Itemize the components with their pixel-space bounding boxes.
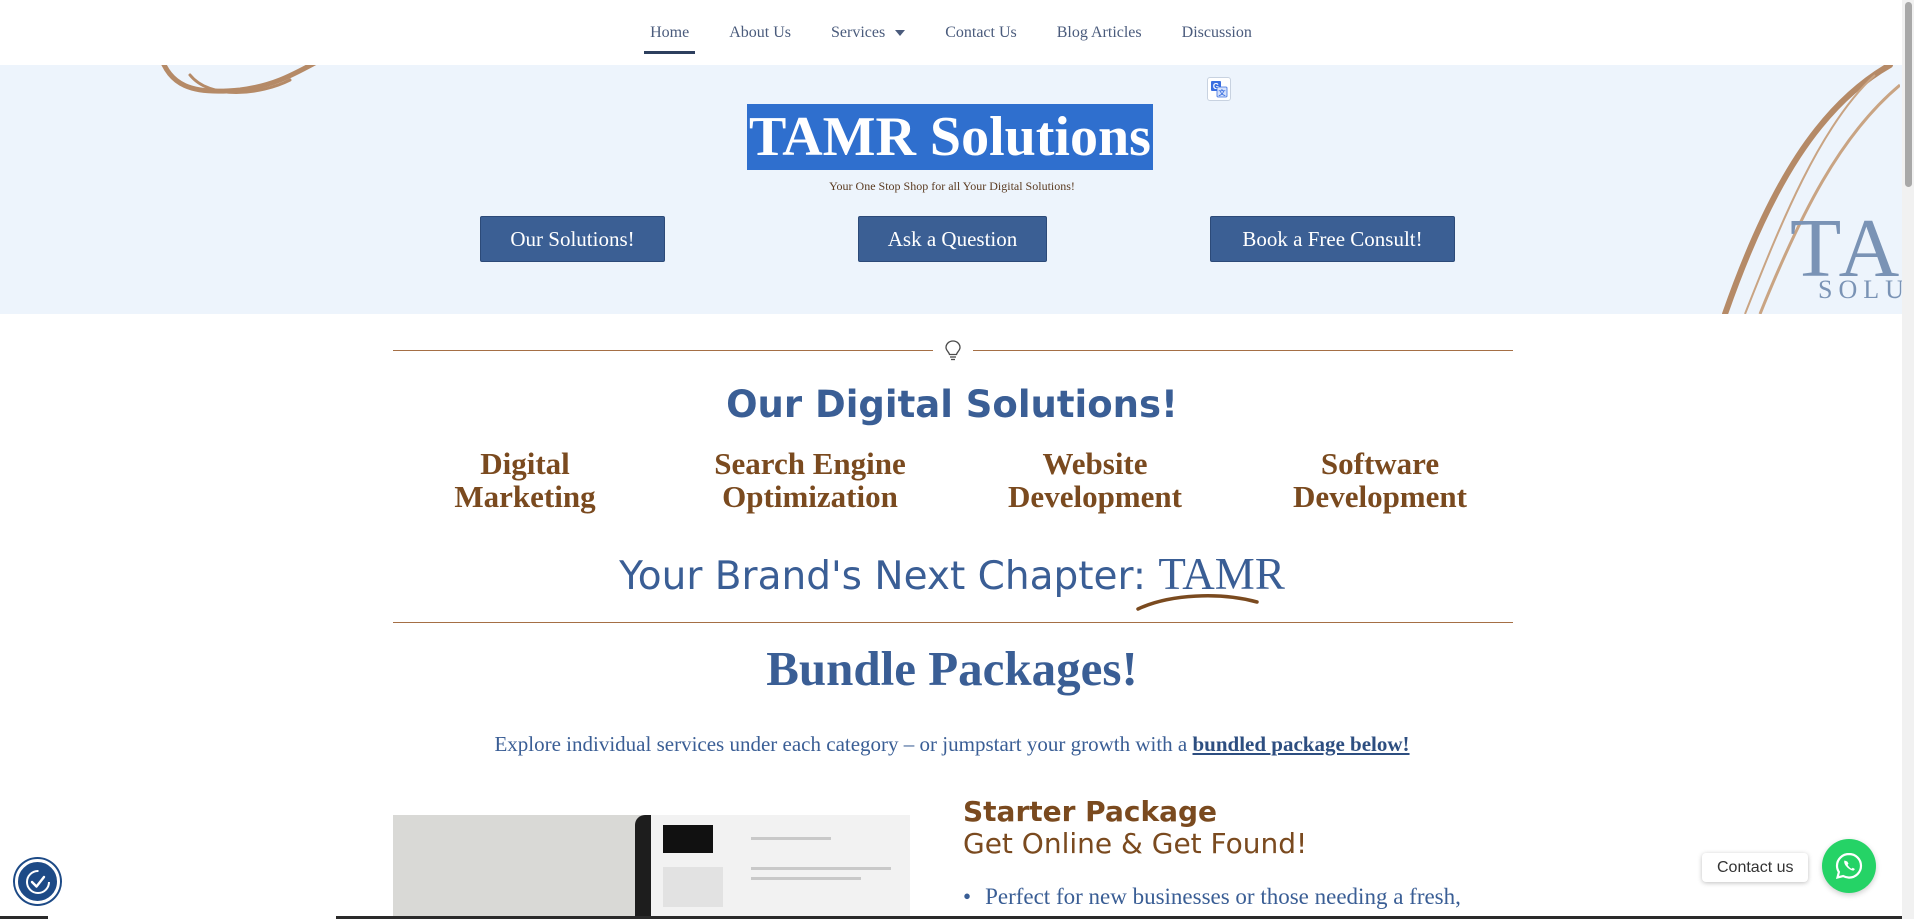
translate-icon[interactable]: G 文 <box>1207 77 1231 101</box>
underline-swoosh-decoration <box>1136 594 1259 611</box>
contact-us-label[interactable]: Contact us <box>1702 853 1809 882</box>
main-nav: Home About Us Services Contact Us Blog A… <box>0 0 1902 65</box>
our-solutions-button[interactable]: Our Solutions! <box>480 216 665 262</box>
bundle-intro-text: Explore individual services under each c… <box>494 732 1193 756</box>
solution-digital-marketing[interactable]: Digital Marketing <box>395 447 655 513</box>
hero-title: TAMR Solutions <box>747 104 1153 170</box>
nav-contact-us[interactable]: Contact Us <box>925 0 1037 65</box>
hero-subtitle: Your One Stop Shop for all Your Digital … <box>829 179 1075 193</box>
divider-line-right <box>973 350 1513 351</box>
nav-services[interactable]: Services <box>811 0 925 65</box>
solution-website-development[interactable]: Website Development <box>965 447 1225 513</box>
ask-question-button[interactable]: Ask a Question <box>858 216 1047 262</box>
brand-tagline-prefix: Your Brand's Next Chapter: <box>619 554 1159 599</box>
bundle-heading: Bundle Packages! <box>766 641 1138 696</box>
book-consult-button[interactable]: Book a Free Consult! <box>1210 216 1455 262</box>
accessibility-button[interactable] <box>15 859 60 904</box>
starter-package-image <box>393 815 910 919</box>
bundle-intro: Explore individual services under each c… <box>0 732 1904 757</box>
nav-services-label: Services <box>831 23 886 41</box>
solution-label-line2: Development <box>1293 479 1467 514</box>
bundled-package-link[interactable]: bundled package below! <box>1193 732 1410 756</box>
package-tagline: Get Online & Get Found! <box>963 827 1308 860</box>
solution-seo[interactable]: Search Engine Optimization <box>680 447 940 513</box>
hero-section: TA SOLU G 文 TAMR Solutions Your One Stop… <box>0 65 1902 314</box>
section-divider <box>393 339 1513 361</box>
package-bullet: Perfect for new businesses or those need… <box>963 884 1461 910</box>
solution-label-line1: Website <box>1042 446 1148 481</box>
nav-home[interactable]: Home <box>630 0 709 65</box>
section-divider-line <box>393 622 1513 623</box>
whatsapp-icon <box>1835 852 1863 880</box>
brand-tagline: Your Brand's Next Chapter: TAMR <box>0 548 1904 600</box>
solution-software-development[interactable]: Software Development <box>1250 447 1510 513</box>
logo-watermark-subtext: SOLU <box>1818 275 1902 304</box>
accessibility-icon <box>25 869 50 894</box>
solution-label-line2: Optimization <box>722 479 898 514</box>
divider-line-left <box>393 350 933 351</box>
solution-label-line1: Digital <box>480 446 570 481</box>
svg-text:文: 文 <box>1219 88 1227 97</box>
scrollbar-thumb[interactable] <box>1905 2 1912 187</box>
package-name: Starter Package <box>963 795 1217 828</box>
chevron-down-icon <box>895 29 906 36</box>
nav-blog-articles[interactable]: Blog Articles <box>1037 0 1162 65</box>
solution-label-line2: Development <box>1008 479 1182 514</box>
solution-label-line1: Search Engine <box>714 446 906 481</box>
whatsapp-button[interactable] <box>1822 839 1876 893</box>
page-scrollbar[interactable] <box>1902 0 1914 919</box>
solutions-heading: Our Digital Solutions! <box>726 383 1178 426</box>
laptop-image-screen <box>651 815 910 919</box>
brush-stroke-decoration <box>161 65 317 94</box>
solution-label-line2: Marketing <box>454 479 596 514</box>
nav-discussion[interactable]: Discussion <box>1162 0 1272 65</box>
nav-about-us[interactable]: About Us <box>709 0 811 65</box>
solution-label-line1: Software <box>1320 446 1440 481</box>
lightbulb-icon <box>945 340 961 361</box>
